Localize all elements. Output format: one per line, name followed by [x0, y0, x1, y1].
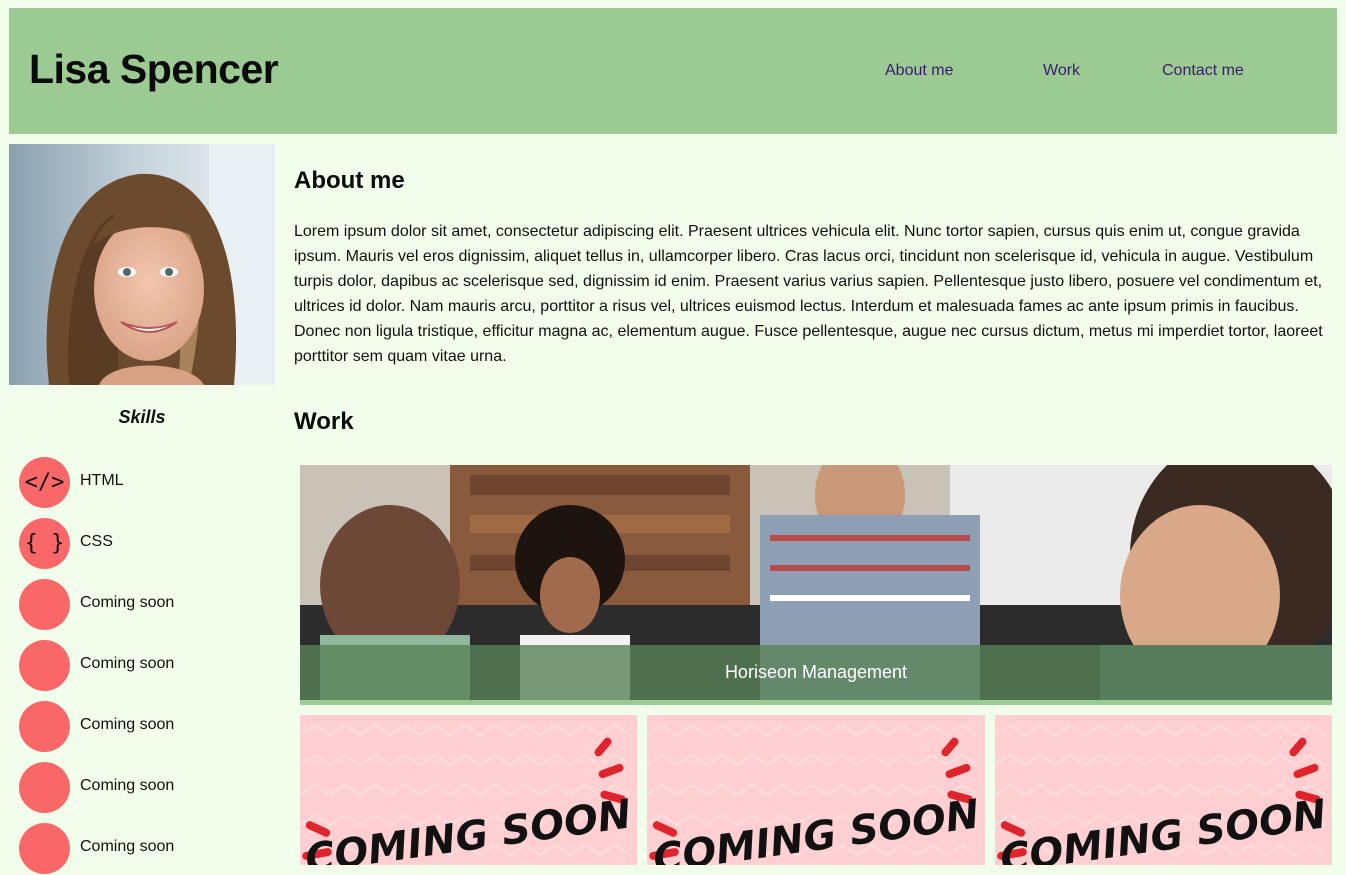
blank-circle-icon — [19, 762, 70, 813]
coming-soon-card[interactable]: COMING SOON — [647, 715, 985, 865]
about-text: Lorem ipsum dolor sit amet, consectetur … — [294, 223, 1323, 365]
coming-soon-card[interactable]: COMING SOON — [300, 715, 637, 865]
nav-work-link[interactable]: Work — [1043, 62, 1080, 80]
skills-heading: Skills — [118, 407, 166, 427]
coming-soon-image: COMING SOON — [647, 715, 985, 865]
coming-soon-image: COMING SOON — [995, 715, 1332, 865]
blank-circle-icon — [19, 579, 70, 630]
skill-item: Coming soon — [19, 823, 269, 875]
featured-work-caption: Horiseon Management — [300, 645, 1332, 700]
work-heading: Work — [294, 408, 354, 435]
about-heading: About me — [294, 167, 405, 194]
site-title: Lisa Spencer — [29, 46, 279, 92]
skill-label: Coming soon — [80, 594, 175, 611]
skill-label: Coming soon — [80, 716, 175, 733]
featured-work-card[interactable]: Horiseon Management — [300, 465, 1332, 705]
skill-label: Coming soon — [80, 777, 175, 794]
skill-item: Coming soon — [19, 701, 269, 753]
code-icon: </> — [19, 457, 70, 508]
braces-icon: { } — [19, 518, 70, 569]
skill-label: Coming soon — [80, 655, 175, 672]
skill-label: HTML — [80, 472, 124, 489]
blank-circle-icon — [19, 701, 70, 752]
skill-item-css: { } CSS — [19, 518, 269, 570]
blank-circle-icon — [19, 823, 70, 874]
skill-item: Coming soon — [19, 640, 269, 692]
skill-label: Coming soon — [80, 838, 175, 855]
site-header: Lisa Spencer About me Work Contact me — [9, 8, 1337, 134]
coming-soon-card[interactable]: COMING SOON — [995, 715, 1332, 865]
skill-item: Coming soon — [19, 579, 269, 631]
skill-label: CSS — [80, 533, 113, 550]
coming-soon-image: COMING SOON — [300, 715, 637, 865]
nav-contact-me-link[interactable]: Contact me — [1162, 62, 1244, 80]
profile-photo — [9, 144, 275, 385]
skill-item-html: </> HTML — [19, 457, 269, 509]
skill-item: Coming soon — [19, 762, 269, 814]
blank-circle-icon — [19, 640, 70, 691]
nav-about-me-link[interactable]: About me — [885, 62, 953, 80]
